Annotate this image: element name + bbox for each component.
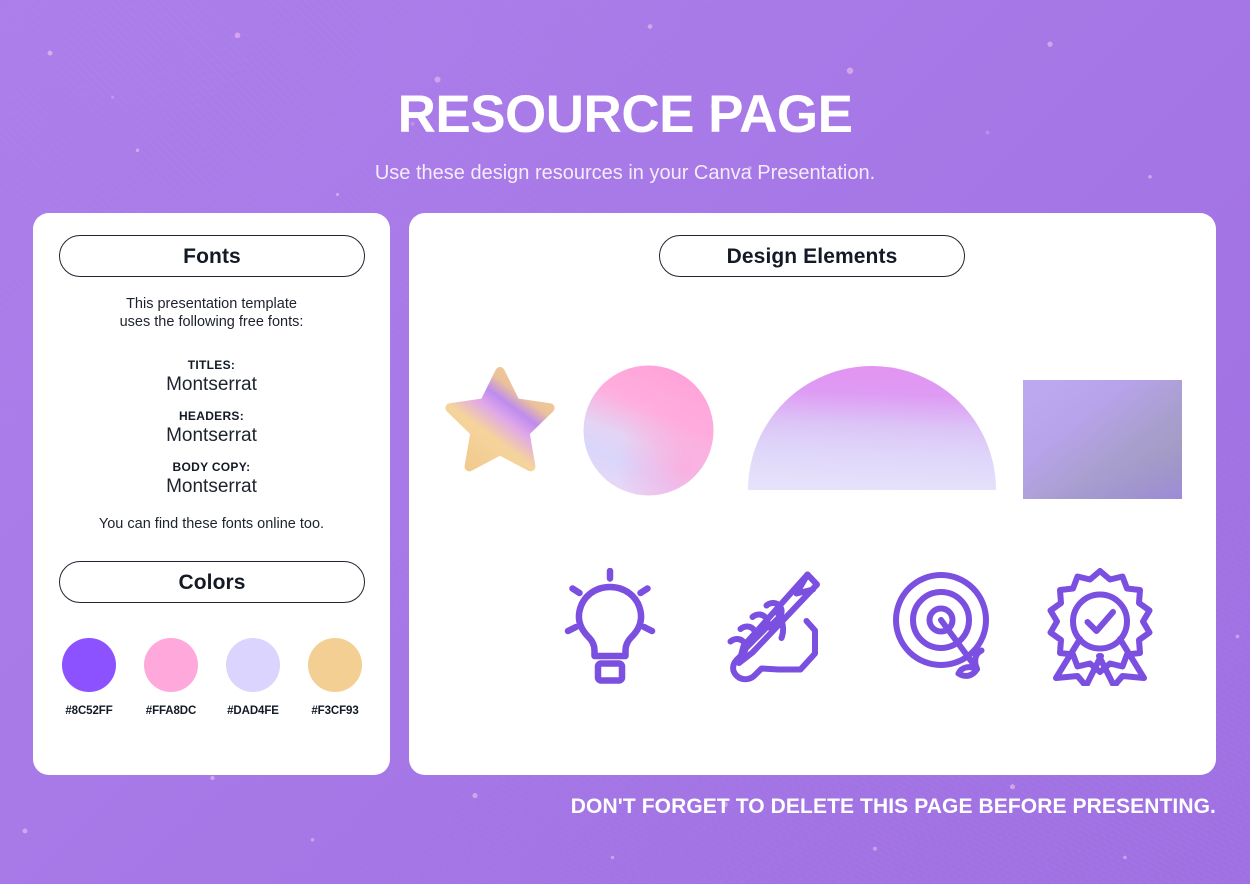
fonts-section-header: Fonts	[59, 235, 365, 277]
target-arrow-icon	[889, 568, 999, 691]
footer-reminder-text: DON'T FORGET TO DELETE THIS PAGE BEFORE …	[570, 795, 1216, 818]
slide-header: RESOURCE PAGE Use these design resources…	[0, 88, 1250, 183]
font-name-value: Montserrat	[166, 425, 257, 446]
line-icons-row	[409, 567, 1216, 689]
semicircle-shape	[748, 366, 996, 490]
font-role-label: HEADERS:	[178, 409, 245, 423]
color-swatch-hex-label: #F3CF93	[311, 705, 359, 717]
color-swatch-dot	[308, 638, 362, 692]
color-swatch-item: #8C52FF	[59, 638, 119, 717]
slide-canvas: RESOURCE PAGE Use these design resources…	[0, 0, 1250, 884]
award-ribbon-icon	[1044, 568, 1156, 691]
color-swatch-hex-label: #DAD4FE	[227, 705, 279, 717]
color-swatch-hex-label: #8C52FF	[65, 705, 113, 717]
design-elements-heading-label: Design Elements	[726, 244, 898, 268]
square-shape	[1023, 380, 1182, 499]
font-name-value: Montserrat	[166, 374, 257, 395]
color-swatch-dot	[62, 638, 116, 692]
hand-pencil-icon	[714, 568, 824, 691]
page-title: RESOURCE PAGE	[397, 85, 853, 144]
font-group-body-copy: BODY COPY: Montserrat	[33, 460, 390, 498]
color-swatch-item: #F3CF93	[305, 638, 365, 717]
page-subtitle: Use these design resources in your Canva…	[374, 162, 876, 184]
fonts-and-colors-card: Fonts This presentation template uses th…	[33, 213, 390, 775]
color-swatch-hex-label: #FFA8DC	[145, 705, 197, 717]
fonts-intro-line-1: This presentation template	[126, 296, 297, 312]
circle-shape	[583, 365, 714, 496]
fonts-heading-label: Fonts	[183, 244, 241, 268]
color-swatch-item: #DAD4FE	[223, 638, 283, 717]
font-role-label: TITLES:	[187, 358, 236, 372]
color-swatch-dot	[226, 638, 280, 692]
design-elements-card: Design Elements	[409, 213, 1216, 775]
gradient-shapes-row	[409, 363, 1216, 503]
lightbulb-icon	[557, 567, 663, 691]
font-name-value: Montserrat	[166, 476, 257, 497]
font-group-titles: TITLES: Montserrat	[33, 358, 390, 396]
fonts-intro-text: This presentation template uses the foll…	[33, 295, 390, 331]
color-swatch-item: #FFA8DC	[141, 638, 201, 717]
design-elements-section-header: Design Elements	[659, 235, 965, 277]
fonts-outro-text: You can find these fonts online too.	[98, 516, 325, 532]
color-swatch-row: #8C52FF #FFA8DC #DAD4FE #F3CF93	[59, 638, 365, 717]
colors-section-header: Colors	[59, 561, 365, 603]
colors-heading-label: Colors	[178, 570, 246, 594]
font-group-headers: HEADERS: Montserrat	[33, 409, 390, 447]
fonts-intro-line-2: uses the following free fonts:	[119, 314, 304, 330]
star-shape	[444, 363, 556, 479]
color-swatch-dot	[144, 638, 198, 692]
font-role-label: BODY COPY:	[172, 460, 251, 474]
